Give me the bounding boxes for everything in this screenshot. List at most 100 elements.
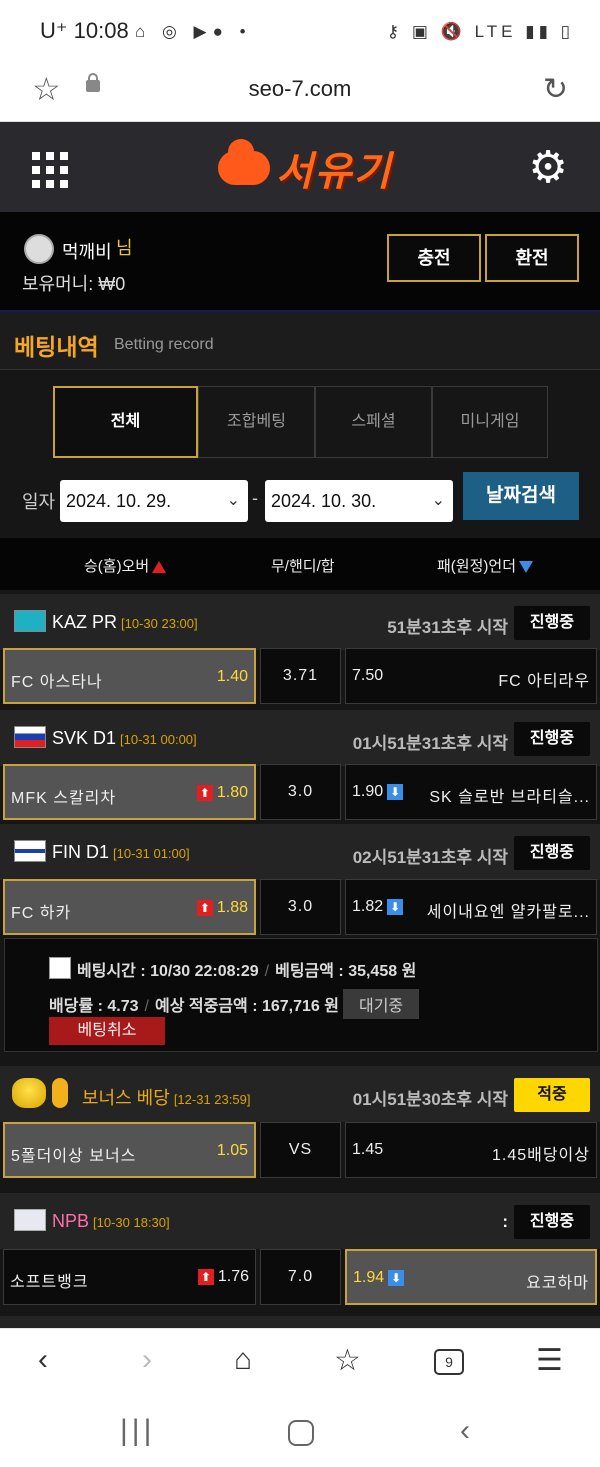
- bet-summary: 베팅시간 : 10/30 22:08:29/베팅금액 : 35,458 원 배당…: [4, 938, 598, 1052]
- date-label: 일자: [22, 492, 56, 512]
- gear-icon[interactable]: ⚙: [526, 146, 570, 190]
- mid-odds-cell[interactable]: 7.0: [260, 1249, 341, 1305]
- notification-icons: ⌂ ◎ ▶● •: [135, 22, 252, 41]
- status-badge: 진행중: [514, 722, 590, 756]
- home-odds-cell[interactable]: 소프트뱅크 ⬆ 1.76: [3, 1249, 256, 1305]
- status-badge: 적중: [514, 1078, 590, 1112]
- bet-rate-expected: 배당률 : 4.73/예상 적중금액 : 167,716 원 대기중: [49, 989, 420, 1019]
- date-search-button[interactable]: 날짜검색: [463, 472, 579, 520]
- remaining-time: 51분31초후 시작: [387, 618, 508, 637]
- reload-icon[interactable]: ↻: [543, 72, 568, 107]
- odds-row: 5폴더이상 보너스 1.05 VS 1.45 1.45배당이상: [0, 1122, 600, 1180]
- arrow-down-icon: [519, 561, 533, 574]
- date-to-select[interactable]: 2024. 10. 30. ⌄: [265, 480, 453, 522]
- remaining-time: 01시51분30초후 시작: [352, 1090, 508, 1109]
- cloud-icon: [218, 139, 270, 185]
- status-badge: 진행중: [514, 606, 590, 640]
- flag-icon: [14, 840, 46, 862]
- site-header: 서유기 ⚙: [0, 122, 600, 212]
- column-header: 승(홈)오버 무/핸디/합 패(원정)언더: [0, 538, 600, 590]
- home-odds-cell[interactable]: 5폴더이상 보너스 1.05: [3, 1122, 256, 1178]
- system-icons: ⚷ ▣ 🔇 LTE ▮▮ ▯: [386, 22, 574, 41]
- game-header: SVK D1 [10-31 00:00] 01시51분31초후 시작 진행중: [0, 710, 600, 766]
- tab-all[interactable]: 전체: [53, 386, 198, 458]
- flag-icon: [14, 726, 46, 748]
- filter-area: 전체 조합베팅 스페셜 미니게임 일자 2024. 10. 29. ⌄ - 202…: [0, 370, 600, 538]
- mid-odds-cell[interactable]: 3.71: [260, 648, 341, 704]
- url-text[interactable]: seo-7.com: [0, 76, 600, 102]
- status-time: U⁺ 10:08: [40, 18, 129, 43]
- bet-select-checkbox[interactable]: [49, 957, 71, 979]
- tabs-icon[interactable]: 9: [434, 1349, 464, 1375]
- game-header: 보너스 베당 [12-31 23:59] 01시51분30초후 시작 적중: [0, 1066, 600, 1122]
- money-display: 보유머니: ₩0: [22, 274, 126, 294]
- odds-up-icon: ⬆: [196, 784, 213, 801]
- exchange-button[interactable]: 환전: [485, 234, 579, 282]
- menu-icon[interactable]: ☰: [536, 1343, 563, 1378]
- league-name: 보너스 베당 [12-31 23:59]: [82, 1088, 251, 1108]
- mid-odds-cell[interactable]: 3.0: [260, 879, 341, 935]
- home-odds-cell[interactable]: MFK 스칼리차 ⬆ 1.80: [3, 764, 256, 820]
- game-header: KAZ PR [10-30 23:00] 51분31초후 시작 진행중: [0, 594, 600, 650]
- user-bar: 먹깨비 님 보유머니: ₩0 충전 환전: [0, 212, 600, 312]
- site-logo[interactable]: 서유기: [218, 139, 393, 196]
- flag-icon: [14, 1209, 46, 1231]
- section-title-bar: 베팅내역 Betting record: [0, 312, 600, 370]
- mid-odds-cell[interactable]: VS: [260, 1122, 341, 1178]
- user-name: 먹깨비: [62, 242, 112, 262]
- home-icon[interactable]: ⌂: [234, 1343, 252, 1377]
- status-bar: U⁺ 10:08 ⌂ ◎ ▶● • ⚷ ▣ 🔇 LTE ▮▮ ▯: [0, 0, 600, 62]
- col-mid: 무/핸디/합: [271, 558, 335, 575]
- tab-minigame[interactable]: 미니게임: [432, 386, 548, 458]
- browser-url-bar: ☆ seo-7.com ↻: [0, 62, 600, 122]
- remaining-time: :: [502, 1212, 508, 1231]
- chevron-down-icon: ⌄: [226, 492, 240, 509]
- home-button-icon[interactable]: [288, 1420, 314, 1446]
- tab-special[interactable]: 스페셜: [315, 386, 432, 458]
- league-name: FIN D1 [10-31 01:00]: [52, 842, 190, 862]
- status-badge: 진행중: [514, 836, 590, 870]
- avatar: [24, 234, 54, 264]
- bet-list: KAZ PR [10-30 23:00] 51분31초후 시작 진행중 FC 아스…: [0, 590, 600, 1328]
- status-badge: 진행중: [514, 1205, 590, 1239]
- menu-grid-icon[interactable]: [32, 152, 68, 188]
- league-name: SVK D1 [10-31 00:00]: [52, 728, 197, 748]
- odds-up-icon: ⬆: [197, 1268, 214, 1285]
- system-nav: ||| ‹: [0, 1398, 600, 1467]
- away-odds-cell[interactable]: 1.82 ⬇ 세이내요엔 얄카팔로...: [345, 879, 597, 935]
- away-odds-cell[interactable]: 7.50 FC 아티라우: [345, 648, 597, 704]
- browser-nav: ‹ › ⌂ ☆ 9 ☰: [0, 1328, 600, 1398]
- cancel-bet-button[interactable]: 베팅취소: [49, 1017, 165, 1045]
- system-back-icon[interactable]: ‹: [460, 1414, 470, 1448]
- back-icon[interactable]: ‹: [38, 1343, 48, 1377]
- date-from-select[interactable]: 2024. 10. 29. ⌄: [60, 480, 248, 522]
- logo-text: 서유기: [276, 150, 393, 194]
- flag-icon: [14, 610, 46, 632]
- divider: [0, 1316, 600, 1328]
- game-header: NPB [10-30 18:30] : 진행중: [0, 1193, 600, 1249]
- mid-odds-cell[interactable]: 3.0: [260, 764, 341, 820]
- home-odds-cell[interactable]: FC 하카 ⬆ 1.88: [3, 879, 256, 935]
- odds-row: MFK 스칼리차 ⬆ 1.80 3.0 1.90 ⬇ SK 슬로반 브라티슬...: [0, 764, 600, 822]
- remaining-time: 01시51분31초후 시작: [352, 734, 508, 753]
- charge-button[interactable]: 충전: [387, 234, 481, 282]
- coins-icon: [12, 1078, 46, 1108]
- recents-icon[interactable]: |||: [120, 1414, 155, 1448]
- away-odds-cell[interactable]: 1.45 1.45배당이상: [345, 1122, 597, 1178]
- bonus-icon: [52, 1078, 68, 1108]
- odds-down-icon: ⬇: [387, 898, 404, 915]
- forward-icon[interactable]: ›: [142, 1343, 152, 1377]
- page-subtitle: Betting record: [114, 336, 214, 353]
- bookmarks-icon[interactable]: ☆: [334, 1343, 361, 1378]
- away-odds-cell[interactable]: 1.94 ⬇ 요코하마: [345, 1249, 597, 1305]
- page-title: 베팅내역: [14, 334, 99, 360]
- away-odds-cell[interactable]: 1.90 ⬇ SK 슬로반 브라티슬...: [345, 764, 597, 820]
- date-separator: -: [252, 488, 258, 508]
- game-header: FIN D1 [10-31 01:00] 02시51분31초후 시작 진행중: [0, 824, 600, 880]
- col-away: 패(원정)언더: [437, 555, 533, 576]
- tab-combo[interactable]: 조합베팅: [198, 386, 315, 458]
- league-name: NPB [10-30 18:30]: [52, 1211, 170, 1231]
- chevron-down-icon: ⌄: [431, 492, 445, 509]
- home-odds-cell[interactable]: FC 아스타나 1.40: [3, 648, 256, 704]
- bet-time-amount: 베팅시간 : 10/30 22:08:29/베팅금액 : 35,458 원: [77, 963, 417, 980]
